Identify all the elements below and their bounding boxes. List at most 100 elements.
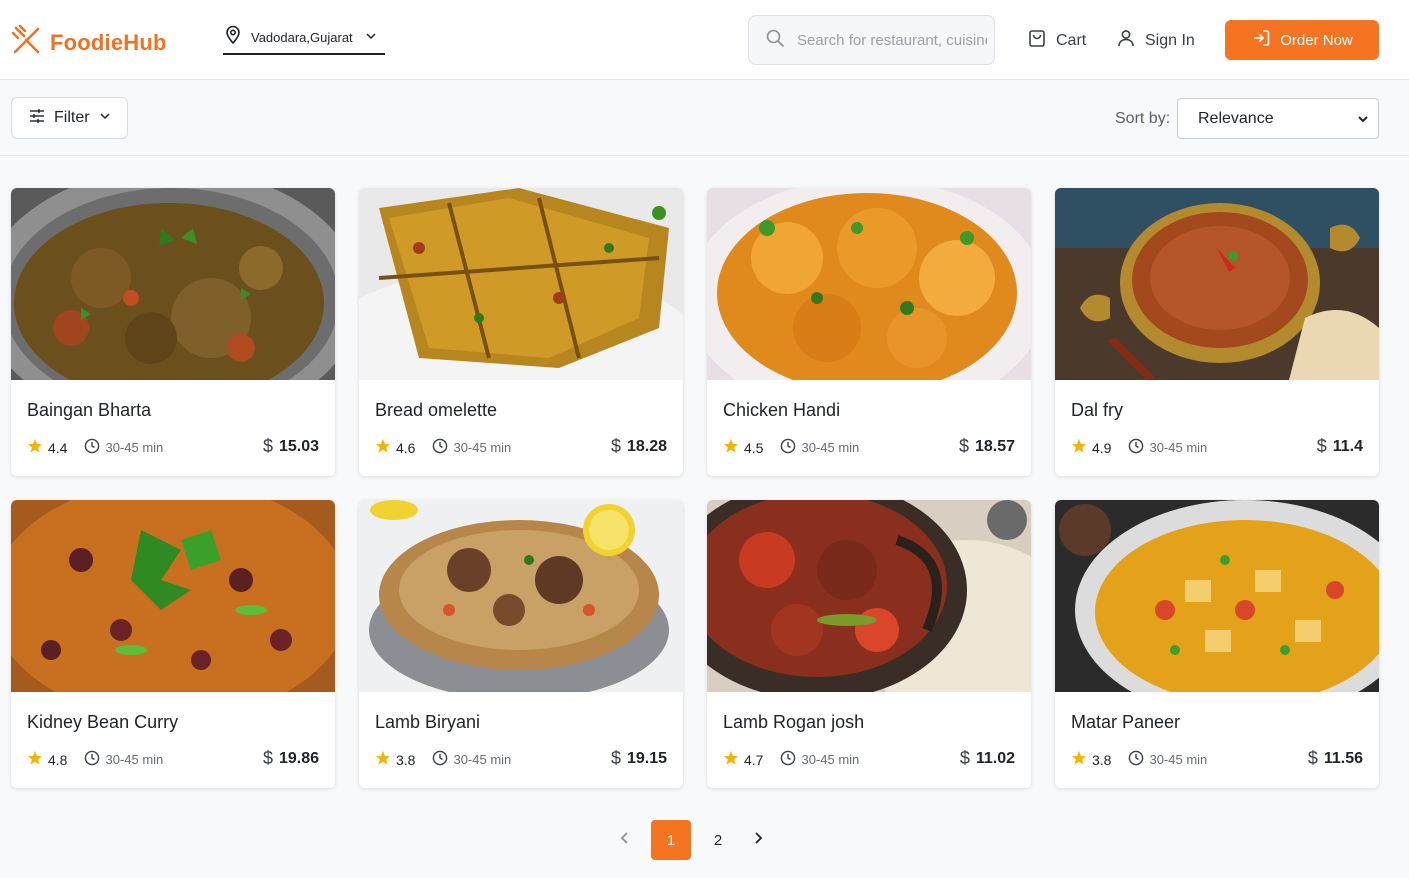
dish-rating: 4.6 xyxy=(375,438,415,457)
dish-price: $19.15 xyxy=(611,748,667,769)
delivery-time: 30-45 min xyxy=(432,438,511,457)
filter-toolbar: Filter Sort by: Relevance xyxy=(0,81,1409,156)
dollar-sign-icon: $ xyxy=(958,436,969,456)
page-2-button[interactable]: 2 xyxy=(698,820,738,860)
star-icon xyxy=(1071,750,1087,769)
sort-select[interactable]: Relevance xyxy=(1177,98,1379,139)
rating-value: 4.9 xyxy=(1092,439,1112,456)
clock-icon xyxy=(432,438,448,457)
price-value: 11.56 xyxy=(1323,749,1363,767)
dish-name: Dal fry xyxy=(1071,400,1124,420)
dish-meta: 4.7 30-45 min xyxy=(723,750,859,769)
sort-label: Sort by: xyxy=(1115,110,1171,127)
dish-card[interactable]: Lamb Rogan josh 4.7 30-45 min $11.02 xyxy=(707,500,1031,788)
delivery-time: 30-45 min xyxy=(84,750,163,769)
delivery-time: 30-45 min xyxy=(1128,438,1207,457)
dish-card[interactable]: Bread omelette 4.6 30-45 min $18.28 xyxy=(359,188,683,476)
price-value: 18.28 xyxy=(626,437,667,455)
dish-image xyxy=(1055,188,1379,380)
dish-name: Baingan Bharta xyxy=(27,400,152,420)
time-value: 30-45 min xyxy=(453,752,512,767)
log-in-arrow-icon xyxy=(1251,28,1271,52)
dish-image xyxy=(359,500,683,692)
time-value: 30-45 min xyxy=(801,752,860,767)
next-page-button[interactable] xyxy=(745,820,771,860)
dish-name: Chicken Handi xyxy=(723,400,841,420)
dish-card[interactable]: Baingan Bharta 4.4 30-45 min $15.03 xyxy=(11,188,335,476)
star-icon xyxy=(375,750,391,769)
clock-icon xyxy=(1128,750,1144,769)
time-value: 30-45 min xyxy=(453,440,512,455)
location-label: Vadodara,Gujarat xyxy=(251,30,353,45)
dish-meta: 4.9 30-45 min xyxy=(1071,438,1207,457)
pagination: 1 2 xyxy=(612,820,771,860)
dish-meta: 3.8 30-45 min xyxy=(1071,750,1207,769)
rating-value: 4.4 xyxy=(48,439,68,456)
time-value: 30-45 min xyxy=(105,752,164,767)
location-selector[interactable]: Vadodara,Gujarat xyxy=(223,22,385,55)
dish-price: $11.4 xyxy=(1317,436,1363,457)
rating-value: 4.8 xyxy=(48,751,68,768)
filter-button[interactable]: Filter xyxy=(11,97,128,139)
dish-card[interactable]: Lamb Biryani 3.8 30-45 min $19.15 xyxy=(359,500,683,788)
star-icon xyxy=(27,438,43,457)
shopping-bag-icon xyxy=(1027,28,1047,53)
dollar-sign-icon: $ xyxy=(1316,436,1327,456)
dish-rating: 4.4 xyxy=(27,438,67,457)
price-value: 11.02 xyxy=(975,749,1015,767)
app-name: FoodieHub xyxy=(50,29,167,55)
dish-name: Kidney Bean Curry xyxy=(27,712,179,732)
star-icon xyxy=(27,750,43,769)
dish-image xyxy=(707,500,1031,692)
dish-name: Lamb Rogan josh xyxy=(723,712,865,732)
dish-card[interactable]: Dal fry 4.9 30-45 min $11.4 xyxy=(1055,188,1379,476)
dish-price: $19.86 xyxy=(263,748,319,769)
clock-icon xyxy=(1128,438,1144,457)
delivery-time: 30-45 min xyxy=(780,438,859,457)
dish-card[interactable]: Chicken Handi 4.5 30-45 min $18.57 xyxy=(707,188,1031,476)
dish-rating: 3.8 xyxy=(1071,750,1111,769)
sign-in-link[interactable]: Sign In xyxy=(1116,28,1195,53)
dish-name: Matar Paneer xyxy=(1071,712,1181,732)
page-1-button[interactable]: 1 xyxy=(651,820,691,860)
dish-image xyxy=(1055,500,1379,692)
delivery-time: 30-45 min xyxy=(780,750,859,769)
time-value: 30-45 min xyxy=(105,440,164,455)
clock-icon xyxy=(84,438,100,457)
clock-icon xyxy=(780,438,796,457)
dish-image xyxy=(707,188,1031,380)
price-value: 15.03 xyxy=(278,437,319,455)
rating-value: 4.7 xyxy=(744,751,764,768)
star-icon xyxy=(723,438,739,457)
dish-meta: 4.5 30-45 min xyxy=(723,438,859,457)
dish-card[interactable]: Kidney Bean Curry 4.8 30-45 min $19.86 xyxy=(11,500,335,788)
utensils-logo-icon xyxy=(11,24,43,61)
dish-rating: 4.7 xyxy=(723,750,763,769)
dish-image xyxy=(359,188,683,380)
dish-price: $11.02 xyxy=(960,748,1015,769)
price-value: 19.86 xyxy=(278,749,319,767)
logo[interactable]: FoodieHub xyxy=(11,24,167,61)
filter-label: Filter xyxy=(54,109,90,126)
star-icon xyxy=(375,438,391,457)
previous-page-button[interactable] xyxy=(612,820,638,860)
dollar-sign-icon: $ xyxy=(959,748,970,768)
delivery-time: 30-45 min xyxy=(432,750,511,769)
dish-card[interactable]: Matar Paneer 3.8 30-45 min $11.56 xyxy=(1055,500,1379,788)
price-value: 19.15 xyxy=(626,749,667,767)
time-value: 30-45 min xyxy=(1149,440,1208,455)
time-value: 30-45 min xyxy=(801,440,860,455)
cart-link[interactable]: Cart xyxy=(1027,28,1086,53)
dish-price: $18.28 xyxy=(611,436,667,457)
dish-image xyxy=(11,500,335,692)
price-value: 11.4 xyxy=(1332,437,1363,455)
star-icon xyxy=(1071,438,1087,457)
order-now-button[interactable]: Order Now xyxy=(1225,20,1379,60)
clock-icon xyxy=(780,750,796,769)
sign-in-label: Sign In xyxy=(1145,31,1195,49)
search-icon xyxy=(765,28,785,53)
dish-name: Bread omelette xyxy=(375,400,498,420)
search-input[interactable] xyxy=(797,31,987,49)
search-box[interactable] xyxy=(748,15,995,65)
dish-price: $15.03 xyxy=(263,436,319,457)
